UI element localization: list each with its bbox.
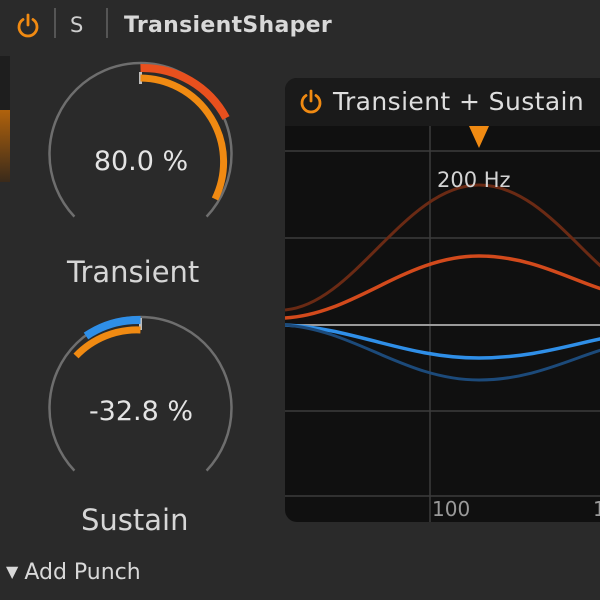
frequency-marker-icon[interactable] <box>469 126 489 148</box>
transient-mod-curve <box>285 183 600 312</box>
sustain-value: -32.8 % <box>88 396 194 427</box>
level-meter <box>0 56 10 182</box>
tick-label-100: 100 <box>432 497 471 521</box>
sustain-curve <box>285 323 600 360</box>
tick-label-1: 1 <box>593 497 600 521</box>
level-meter-fill <box>0 110 10 182</box>
title-separator <box>106 8 108 38</box>
transient-label: Transient <box>67 255 200 289</box>
triangle-down-icon: ▼ <box>6 562 19 581</box>
transient-curve <box>285 254 600 320</box>
sustain-knob[interactable]: -32.8 % Sustain <box>36 312 246 552</box>
add-punch-label: Add Punch <box>24 560 141 585</box>
transient-value: 80.0 % <box>93 146 189 177</box>
sustain-mod-curve <box>285 323 600 382</box>
response-curve-plot[interactable] <box>285 78 600 522</box>
device-title: TransientShaper <box>124 13 333 38</box>
add-punch-toggle[interactable]: ▼ Add Punch <box>6 560 141 585</box>
frequency-label: 200 Hz <box>437 168 511 192</box>
solo-button[interactable]: S <box>70 13 83 37</box>
sustain-label: Sustain <box>81 503 189 537</box>
transient-knob[interactable]: 80.0 % Transient <box>36 58 246 298</box>
transient-sustain-graph-panel: Transient + Sustain 200 Hz 100 1 <box>285 78 600 522</box>
title-bar: S TransientShaper <box>0 0 600 52</box>
device-power-icon[interactable] <box>14 12 42 40</box>
title-separator <box>54 8 56 38</box>
